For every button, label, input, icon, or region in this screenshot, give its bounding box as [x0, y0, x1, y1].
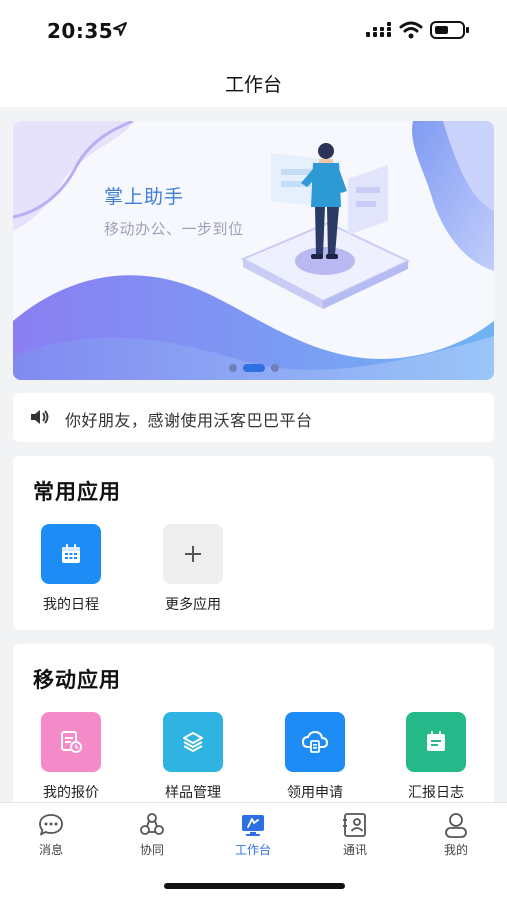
mobile-apps-section: 移动应用 我的报价 样品管理 领用申请 汇报日志: [13, 644, 494, 814]
speaker-icon: [31, 410, 49, 424]
app-tile[interactable]: [41, 524, 101, 584]
quote-doc-icon: [61, 731, 82, 753]
profile-icon: [445, 813, 467, 838]
app-label: 我的报价: [43, 785, 99, 801]
announcement-bar[interactable]: 你好朋友，感谢使用沃客巴巴平台: [13, 393, 494, 442]
banner-subtitle: 移动办公、一步到位: [104, 220, 244, 238]
carousel-dot-active[interactable]: [242, 364, 265, 372]
app-label: 汇报日志: [408, 785, 464, 801]
banner-carousel[interactable]: 掌上助手 移动办公、一步到位: [13, 121, 494, 380]
cloud-doc-icon: [302, 731, 328, 753]
contacts-icon: [343, 813, 366, 837]
app-more-apps[interactable]: 更多应用: [147, 524, 239, 614]
tab-label: 通讯: [342, 843, 367, 857]
app-tile[interactable]: [163, 712, 223, 772]
app-my-schedule[interactable]: 我的日程: [25, 524, 117, 614]
plus-icon: [185, 546, 201, 562]
section-title: 移动应用: [33, 668, 121, 692]
carousel-dot[interactable]: [270, 364, 279, 372]
app-tile[interactable]: [285, 712, 345, 772]
report-log-icon: [427, 731, 445, 751]
battery-icon: [430, 21, 469, 39]
tab-label: 我的: [443, 843, 468, 857]
banner-illustration: [13, 121, 494, 380]
app-my-quote[interactable]: 我的报价: [25, 712, 117, 802]
common-apps-section: 常用应用 我的日程 更多应用: [13, 456, 494, 630]
carousel-dot[interactable]: [228, 364, 237, 372]
tab-collaboration[interactable]: 协同: [112, 811, 192, 858]
calendar-icon: [62, 544, 80, 563]
status-time: 20:35: [47, 19, 114, 43]
app-requisition[interactable]: 领用申请: [269, 712, 361, 802]
app-label: 领用申请: [287, 785, 343, 801]
tab-messages[interactable]: 消息: [11, 811, 91, 858]
tab-label: 协同: [139, 843, 164, 857]
app-report-log[interactable]: 汇报日志: [390, 712, 482, 802]
cellular-signal-icon: [366, 22, 391, 37]
wifi-icon: [399, 21, 423, 39]
chat-bubble-icon: [39, 814, 63, 836]
app-label: 样品管理: [165, 785, 221, 801]
carousel-indicator[interactable]: [13, 364, 494, 372]
collaboration-icon: [140, 813, 164, 835]
app-tile[interactable]: [41, 712, 101, 772]
layers-icon: [183, 732, 203, 752]
status-bar: 20:35: [0, 0, 507, 60]
navigation-bar: 工作台: [0, 60, 507, 107]
workbench-icon: [242, 815, 264, 836]
location-arrow-icon: [113, 22, 127, 36]
home-indicator: [164, 883, 345, 889]
app-tile[interactable]: [406, 712, 466, 772]
tab-label: 消息: [38, 843, 63, 857]
banner-title: 掌上助手: [104, 186, 185, 208]
section-title: 常用应用: [33, 480, 121, 504]
announcement-text: 你好朋友，感谢使用沃客巴巴平台: [65, 411, 313, 430]
app-sample-management[interactable]: 样品管理: [147, 712, 239, 802]
app-label: 更多应用: [165, 597, 221, 613]
tab-workbench[interactable]: 工作台: [213, 811, 293, 858]
app-label: 我的日程: [43, 597, 99, 613]
page-title: 工作台: [224, 74, 282, 96]
tab-contacts[interactable]: 通讯: [315, 811, 395, 858]
app-tile[interactable]: [163, 524, 223, 584]
tab-label: 工作台: [234, 843, 271, 857]
tab-profile[interactable]: 我的: [416, 811, 496, 858]
